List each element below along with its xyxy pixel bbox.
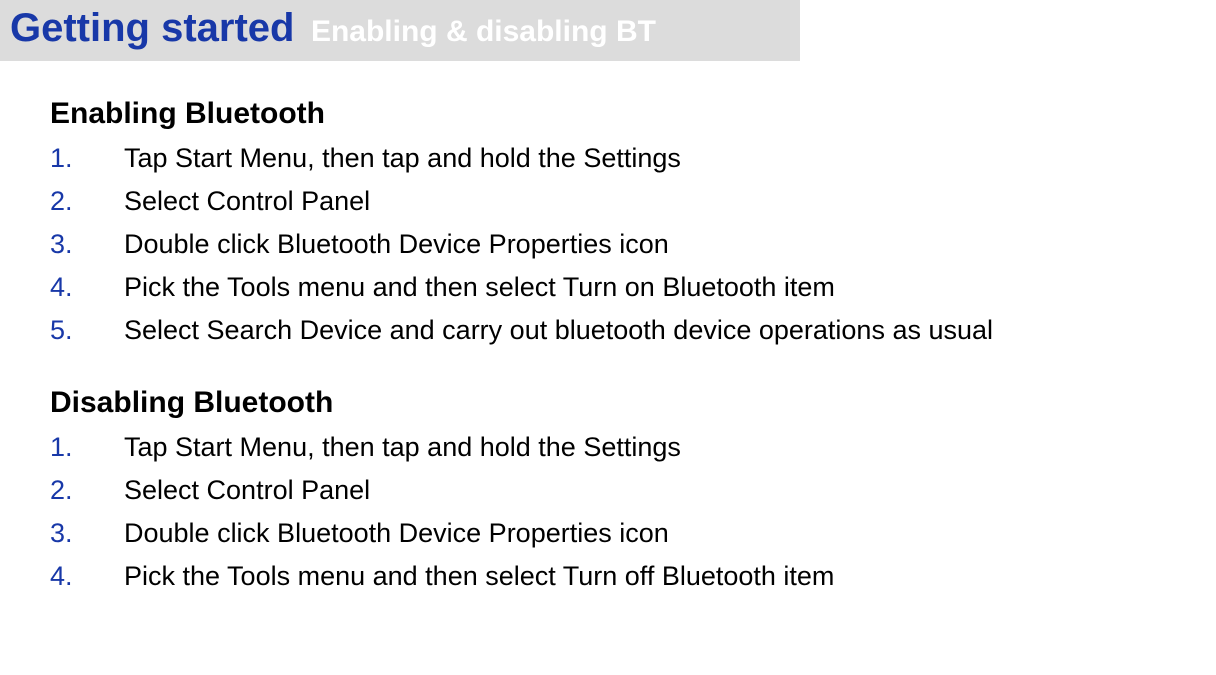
disable-heading: Disabling Bluetooth xyxy=(50,386,1216,420)
list-item: 2. Select Control Panel xyxy=(50,475,1216,506)
step-text: Select Search Device and carry out bluet… xyxy=(124,315,993,346)
step-text: Tap Start Menu, then tap and hold the Se… xyxy=(124,143,681,174)
step-text: Tap Start Menu, then tap and hold the Se… xyxy=(124,432,681,463)
page-content: Enabling Bluetooth 1. Tap Start Menu, th… xyxy=(0,61,1216,592)
step-number: 4. xyxy=(50,272,124,303)
step-number: 4. xyxy=(50,561,124,592)
enable-steps: 1. Tap Start Menu, then tap and hold the… xyxy=(50,143,1216,346)
list-item: 3. Double click Bluetooth Device Propert… xyxy=(50,518,1216,549)
step-text: Double click Bluetooth Device Properties… xyxy=(124,518,669,549)
list-item: 2. Select Control Panel xyxy=(50,186,1216,217)
enable-heading: Enabling Bluetooth xyxy=(50,97,1216,131)
step-text: Pick the Tools menu and then select Turn… xyxy=(124,272,835,303)
header-title: Getting started xyxy=(10,6,294,50)
list-item: 1. Tap Start Menu, then tap and hold the… xyxy=(50,432,1216,463)
step-number: 5. xyxy=(50,315,124,346)
step-text: Pick the Tools menu and then select Turn… xyxy=(124,561,834,592)
header-subtitle: Enabling & disabling BT xyxy=(311,15,656,48)
step-number: 3. xyxy=(50,518,124,549)
step-number: 1. xyxy=(50,143,124,174)
step-number: 2. xyxy=(50,475,124,506)
step-number: 2. xyxy=(50,186,124,217)
step-text: Double click Bluetooth Device Properties… xyxy=(124,229,669,260)
page-header: Getting started Enabling & disabling BT xyxy=(0,0,800,61)
step-number: 1. xyxy=(50,432,124,463)
step-number: 3. xyxy=(50,229,124,260)
step-text: Select Control Panel xyxy=(124,475,370,506)
list-item: 4. Pick the Tools menu and then select T… xyxy=(50,561,1216,592)
list-item: 3. Double click Bluetooth Device Propert… xyxy=(50,229,1216,260)
list-item: 4. Pick the Tools menu and then select T… xyxy=(50,272,1216,303)
list-item: 5. Select Search Device and carry out bl… xyxy=(50,315,1216,346)
list-item: 1. Tap Start Menu, then tap and hold the… xyxy=(50,143,1216,174)
step-text: Select Control Panel xyxy=(124,186,370,217)
disable-steps: 1. Tap Start Menu, then tap and hold the… xyxy=(50,432,1216,592)
